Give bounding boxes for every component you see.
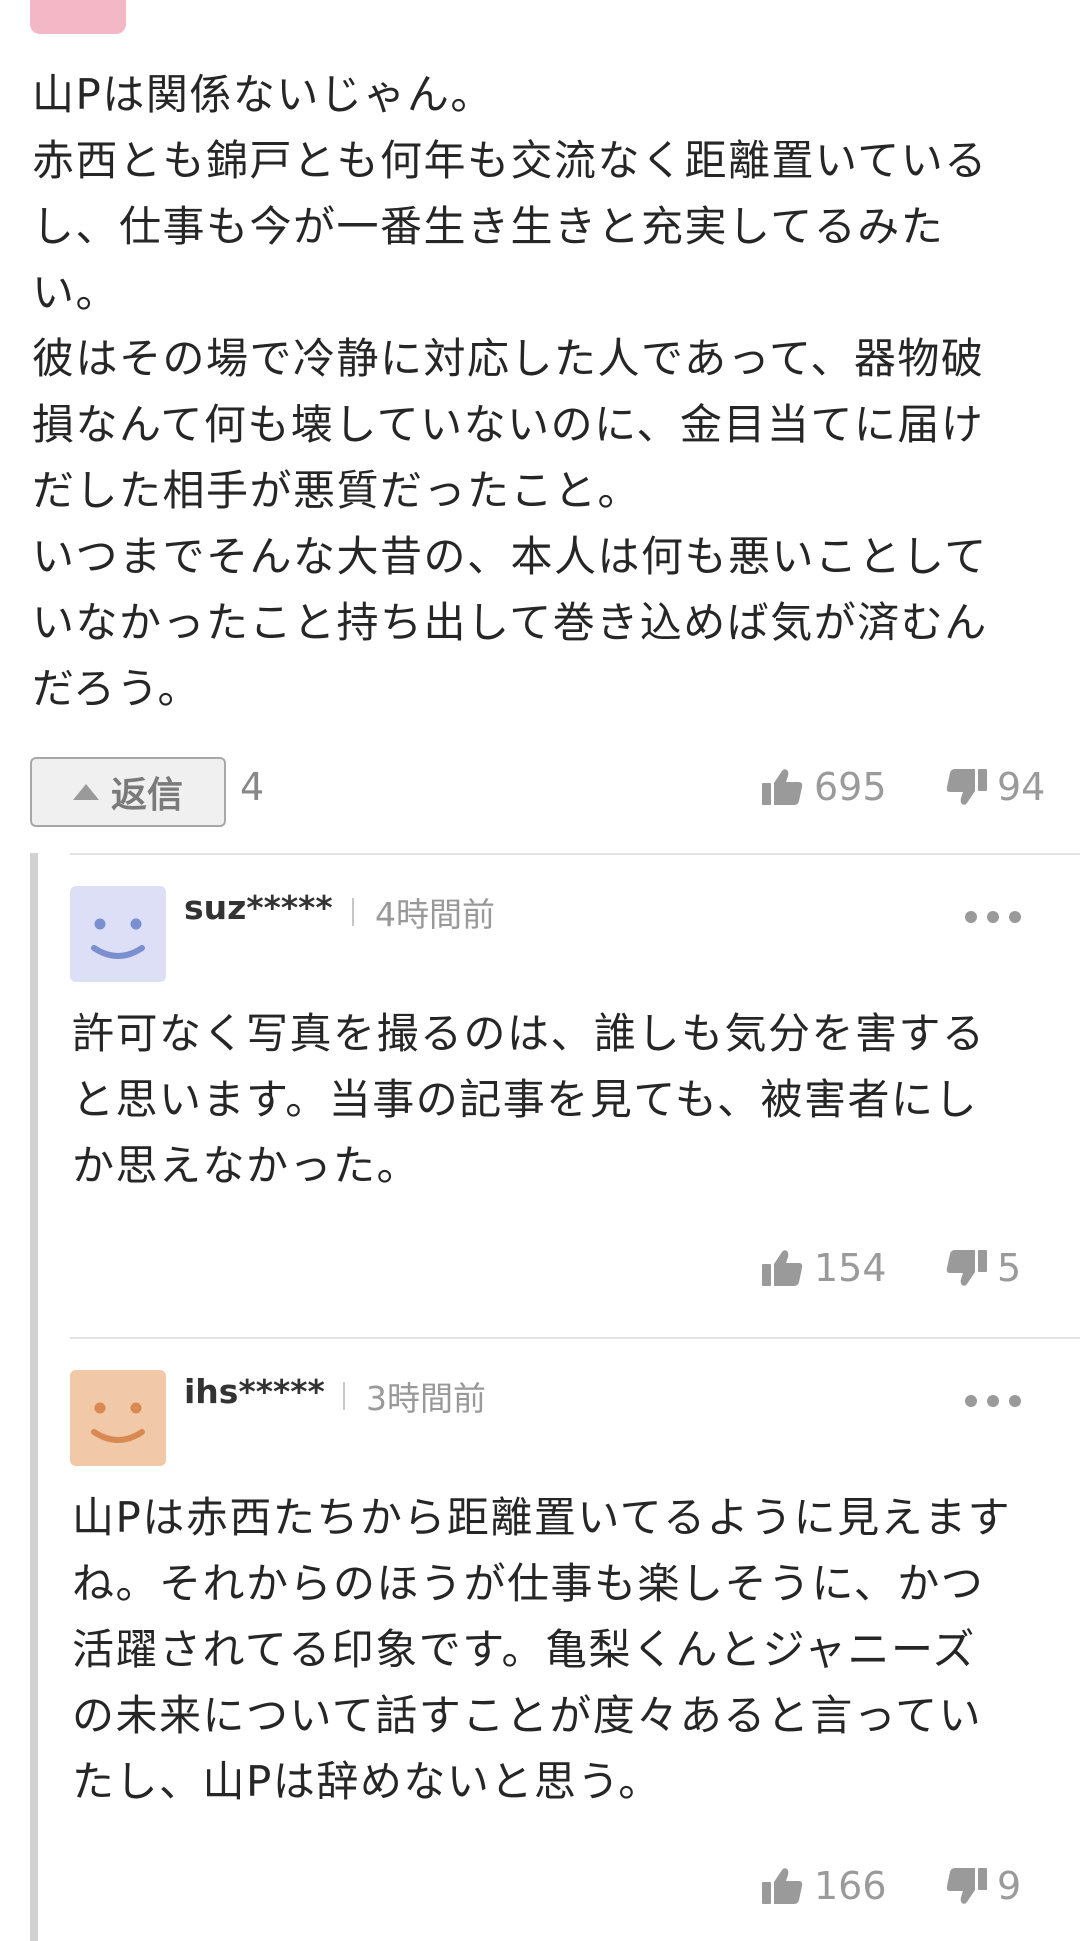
timestamp: 4時間前 <box>375 895 495 934</box>
more-options-icon[interactable] <box>965 911 1021 923</box>
reply-line: ね。それからのほうが仕事も楽しそうに、かつ <box>72 1559 985 1608</box>
dislike-button[interactable]: 9 <box>945 1864 1021 1908</box>
reply-thread-line <box>30 853 38 1941</box>
comment-line: だした相手が悪質だったこと。 <box>32 466 642 515</box>
like-button[interactable]: 166 <box>762 1864 887 1908</box>
reply-line: たし、山Pは辞めないと思う。 <box>72 1757 662 1806</box>
reply-divider <box>70 1337 1080 1339</box>
reply-divider <box>70 853 1080 855</box>
thumbs-down-icon <box>946 769 987 805</box>
smiley-avatar-icon <box>91 918 145 959</box>
comment-line: 赤西とも錦戸とも何年も交流なく距離置いている <box>32 136 988 185</box>
reply-button[interactable]: 返信 <box>30 757 226 827</box>
thumbs-up-icon <box>762 1250 803 1286</box>
reply-button-label: 返信 <box>110 775 183 816</box>
triangle-up-icon <box>72 784 99 800</box>
avatar[interactable] <box>70 886 166 982</box>
dislike-count: 9 <box>997 1864 1022 1908</box>
dislike-count: 94 <box>997 765 1046 809</box>
comment-line: 山Pは関係ないじゃん。 <box>32 70 494 119</box>
reply-body: 許可なく写真を撮るのは、誰しも気分を害する と思います。当事の記事を見ても、被害… <box>72 1001 1062 1199</box>
dislike-button[interactable]: 5 <box>945 1246 1021 1290</box>
more-options-icon[interactable] <box>965 1395 1021 1407</box>
dislike-button[interactable]: 94 <box>945 765 1045 809</box>
like-count: 695 <box>814 765 887 809</box>
reply-line: と思います。当事の記事を見ても、被害者にし <box>72 1075 978 1124</box>
separator <box>343 1382 345 1410</box>
thumbs-down-icon <box>946 1250 987 1286</box>
reply-count: 4 <box>240 765 265 809</box>
comment-line: 損なんて何も壊していないのに、金目当てに届け <box>32 400 985 449</box>
reply-line: 活躍されてる印象です。亀梨くんとジャニーズ <box>72 1625 976 1674</box>
timestamp: 3時間前 <box>366 1379 486 1418</box>
reply-line: 山Pは赤西たちから距離置いてるように見えます <box>72 1493 1012 1542</box>
smiley-avatar-icon <box>91 1402 145 1443</box>
separator <box>352 898 354 926</box>
reply-line: か思えなかった。 <box>72 1141 421 1190</box>
main-comment-body: 山Pは関係ないじゃん。 赤西とも錦戸とも何年も交流なく距離置いている し、仕事も… <box>32 62 1042 722</box>
thumbs-up-icon <box>762 769 803 805</box>
like-count: 154 <box>814 1246 887 1290</box>
comment-line: いなかったこと持ち出して巻き込めば気が済むん <box>32 598 988 647</box>
comment-line: い。 <box>32 268 120 317</box>
reply-line: の未来について話すことが度々あると言ってい <box>72 1691 983 1740</box>
username[interactable]: suz***** <box>184 888 333 927</box>
like-button[interactable]: 154 <box>762 1246 887 1290</box>
avatar[interactable] <box>70 1370 166 1466</box>
comment-line: 彼はその場で冷静に対応した人であって、器物破 <box>32 334 985 383</box>
category-tag <box>30 0 126 34</box>
thumbs-down-icon <box>946 1868 987 1904</box>
comment-line: いつまでそんな大昔の、本人は何も悪いことして <box>32 532 988 581</box>
reply-body: 山Pは赤西たちから距離置いてるように見えます ね。それからのほうが仕事も楽しそう… <box>72 1485 1062 1815</box>
like-button[interactable]: 695 <box>762 765 887 809</box>
dislike-count: 5 <box>997 1246 1022 1290</box>
comment-line: だろう。 <box>32 664 201 713</box>
username[interactable]: ihs***** <box>184 1372 325 1411</box>
like-count: 166 <box>814 1864 887 1908</box>
thumbs-up-icon <box>762 1868 803 1904</box>
comment-line: し、仕事も今が一番生き生きと充実してるみた <box>32 202 945 251</box>
reply-line: 許可なく写真を撮るのは、誰しも気分を害する <box>72 1009 986 1058</box>
